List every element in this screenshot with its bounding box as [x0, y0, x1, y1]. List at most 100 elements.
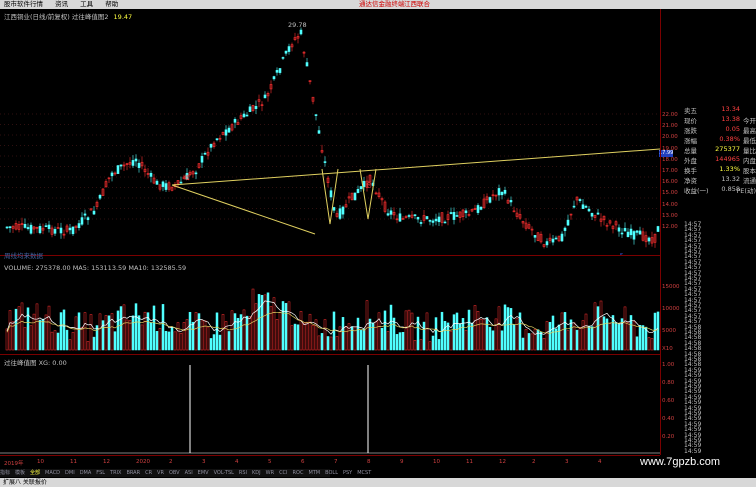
indicator-tab[interactable]: VOL-TSL — [214, 470, 234, 476]
indicator-tab[interactable]: CCI — [279, 470, 287, 476]
volume-bar — [155, 331, 159, 351]
volume-bar — [386, 331, 390, 351]
candle-body — [500, 191, 504, 196]
candle-body — [137, 162, 141, 168]
volume-bar — [575, 329, 579, 351]
menu-item-news[interactable]: 资讯 — [55, 0, 68, 8]
volume-bar — [179, 332, 183, 351]
volume-bar — [62, 309, 66, 351]
candle-body — [53, 229, 57, 234]
volume-bar — [464, 329, 468, 351]
indicator-tab[interactable]: PSY — [343, 470, 352, 476]
candle-body — [566, 219, 570, 226]
volume-bar — [32, 313, 36, 351]
quote-row: 涨幅 0.38% 最低 — [672, 135, 756, 145]
candle-body — [131, 160, 135, 166]
candle-body — [443, 221, 447, 224]
volume-bar — [344, 326, 348, 351]
indicator-tab[interactable]: VR — [157, 470, 164, 476]
volume-bar — [98, 313, 102, 351]
volume-bar — [263, 294, 267, 351]
indicator-tab[interactable]: WR — [266, 470, 274, 476]
indicator-tab[interactable]: CR — [145, 470, 152, 476]
volume-bar — [38, 319, 42, 351]
indicator-tab[interactable]: FSL — [96, 470, 105, 476]
indicator-tab[interactable]: MTM — [308, 470, 320, 476]
date-axis-label: 12 — [499, 459, 506, 465]
volume-bar — [59, 312, 63, 351]
volume-bar — [395, 334, 399, 351]
indicator-tab[interactable]: TRIX — [110, 470, 121, 476]
tick-row: 14:59 — [672, 448, 756, 456]
indicator-tab[interactable]: ASI — [185, 470, 193, 476]
candle-body — [284, 50, 288, 54]
volume-chart-panel[interactable]: VOLUME: 275378.00 MA5: 153113.59 MA10: 1… — [0, 262, 660, 355]
volume-bar — [89, 314, 93, 351]
quote-key: 换手 — [684, 167, 697, 175]
date-axis-label: 11 — [70, 459, 77, 465]
volume-bar — [410, 312, 414, 351]
volume-bar — [497, 306, 501, 351]
candle-body — [23, 223, 27, 228]
indicator-tab[interactable]: DMA — [80, 470, 92, 476]
tick-time: 14:59 — [684, 447, 702, 455]
volume-bar — [17, 306, 21, 351]
candle-body — [551, 238, 555, 243]
quote-extra-label: 最高 — [743, 127, 756, 135]
indicator-tab[interactable]: ROC — [293, 470, 304, 476]
volume-bar — [80, 327, 84, 351]
volume-bar — [407, 309, 411, 351]
volume-bar — [137, 315, 141, 351]
menu-item-tools[interactable]: 工具 — [80, 0, 93, 8]
indicator-tab[interactable]: BOLL — [325, 470, 338, 476]
quote-extra-label: 流通 — [743, 177, 756, 185]
indicator-tab[interactable]: BRAR — [126, 470, 140, 476]
quote-extra-label: 内盘 — [743, 157, 756, 165]
indicator-chart-panel[interactable]: 过往峰值图 XG: 0.00 — [0, 355, 660, 456]
indicator-tab[interactable]: RSI — [239, 470, 247, 476]
menu-item-help[interactable]: 帮助 — [105, 0, 118, 8]
indicator-tab[interactable]: OBV — [169, 470, 180, 476]
status-text: 扩展八 关联报价 — [3, 479, 47, 486]
candle-body — [581, 204, 585, 209]
watermark-text: www.7gpzb.com — [640, 456, 721, 468]
candle-body — [455, 215, 459, 217]
volume-bar — [614, 322, 618, 351]
quote-value: 275377 — [715, 145, 740, 153]
date-axis-label: 2 — [169, 459, 173, 465]
menu-item-market[interactable]: 股市软件行情 — [4, 0, 43, 8]
volume-bar — [338, 326, 342, 351]
indicator-tab[interactable]: MACD — [45, 470, 60, 476]
candle-body — [317, 130, 321, 134]
indicator-tab[interactable]: DMI — [65, 470, 75, 476]
indicator-tab[interactable]: 模板 — [15, 470, 25, 476]
volume-bar — [173, 331, 177, 351]
volume-bar — [308, 313, 312, 351]
indicator-tab[interactable]: KDJ — [252, 470, 261, 476]
indicator-tab[interactable]: EMV — [198, 470, 209, 476]
volume-bar — [419, 339, 423, 351]
volume-bar — [200, 320, 204, 351]
volume-bar — [584, 313, 588, 351]
price-chart-panel[interactable]: 江西铜业(日线/前复权) 过往峰值图2 19.47 增仓S 周线均来数据 29.… — [0, 9, 660, 260]
indicator-tab[interactable]: 指标 — [0, 470, 10, 476]
volume-bar — [428, 341, 432, 351]
date-axis-label: 10 — [433, 459, 440, 465]
small-tag: S — [620, 253, 623, 255]
volume-bar — [512, 324, 516, 351]
volume-bar — [335, 336, 339, 351]
promo-link-right[interactable]: 江西联合 — [404, 0, 430, 9]
candle-body — [635, 230, 639, 233]
promo-link-left[interactable]: 通达信金融终端 — [359, 0, 405, 9]
volume-bar — [68, 339, 72, 351]
menu-bar: 股市软件行情 资讯 工具 帮助 通达信金融终端 江西联合 — [0, 0, 756, 9]
volume-bar — [545, 321, 549, 351]
volume-bar — [362, 328, 366, 351]
indicator-tab[interactable]: 全部 — [30, 470, 40, 476]
volume-bar — [383, 310, 387, 351]
candle-body — [476, 205, 480, 213]
volume-bar — [152, 305, 156, 351]
volume-bar — [530, 333, 534, 351]
indicator-tab[interactable]: MCST — [357, 470, 371, 476]
volume-bar — [626, 322, 630, 351]
